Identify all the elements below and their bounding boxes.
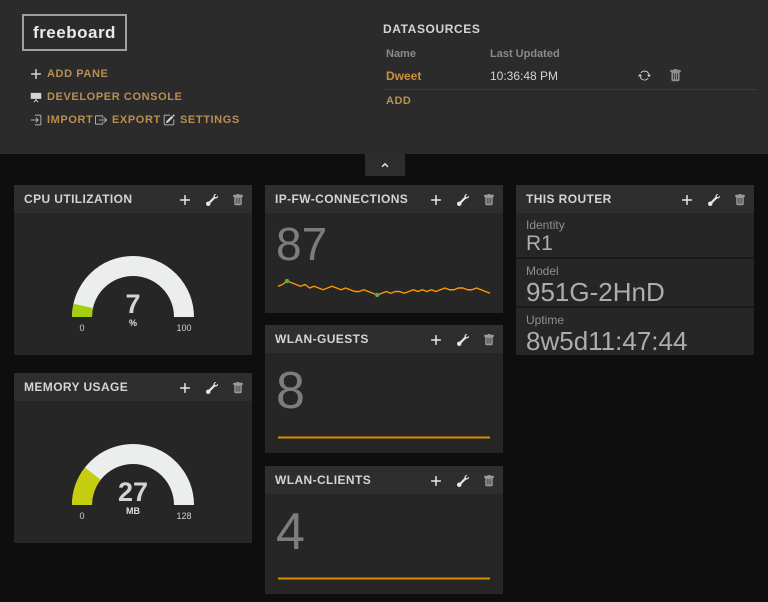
add-widget-icon[interactable] — [430, 193, 442, 205]
import-button[interactable]: IMPORT — [30, 114, 93, 126]
add-widget-icon[interactable] — [179, 381, 191, 393]
svg-text:MB: MB — [126, 506, 140, 516]
pane-header: WLAN-GUESTS — [265, 325, 503, 353]
svg-text:%: % — [129, 318, 137, 328]
trash-icon[interactable] — [232, 193, 244, 205]
plus-icon — [30, 68, 42, 80]
developer-console-label: DEVELOPER CONSOLE — [47, 91, 183, 103]
router-uptime-field: Uptime 8w5d11:47:44 — [516, 306, 754, 356]
pane-header: MEMORY USAGE — [14, 373, 252, 401]
pane-header: THIS ROUTER — [516, 185, 754, 213]
wlan-clients-sparkline — [278, 577, 490, 580]
dashboard-board: CPU UTILIZATION 7% 0 100 MEMORY USAGE 27 MB… — [0, 154, 768, 602]
wlan-guests-value: 8 — [276, 362, 305, 420]
trash-icon[interactable] — [669, 69, 682, 82]
pane-body: Identity R1 Model 951G-2HnD Uptime 8w5d1… — [516, 213, 754, 356]
pane-ip-fw-connections: IP-FW-CONNECTIONS 87 — [265, 185, 503, 313]
trash-icon[interactable] — [483, 193, 495, 205]
field-label: Model — [526, 264, 559, 278]
datasources-col-name: Name — [386, 48, 416, 60]
pane-body: 4 — [265, 494, 503, 594]
router-identity-field: Identity R1 — [516, 213, 754, 257]
wrench-icon[interactable] — [457, 193, 469, 205]
field-label: Uptime — [526, 313, 565, 327]
field-value: 8w5d11:47:44 — [526, 326, 688, 356]
datasources-title: DATASOURCES — [383, 22, 481, 36]
add-pane-label: ADD PANE — [47, 68, 109, 80]
pane-wlan-clients: WLAN-CLIENTS 4 — [265, 466, 503, 594]
pane-body: 27 MB 0 128 — [14, 401, 252, 543]
pane-header: WLAN-CLIENTS — [265, 466, 503, 494]
wrench-icon[interactable] — [708, 193, 720, 205]
add-widget-icon[interactable] — [430, 333, 442, 345]
add-widget-icon[interactable] — [681, 193, 693, 205]
add-widget-icon[interactable] — [430, 474, 442, 486]
pane-wlan-guests: WLAN-GUESTS 8 — [265, 325, 503, 453]
header: freeboard ADD PANE DEVELOPER CONSOLE IMP… — [0, 0, 768, 154]
cpu-gauge: 7% 0 100 — [72, 256, 194, 333]
developer-console-button[interactable]: DEVELOPER CONSOLE — [30, 91, 183, 103]
import-icon — [30, 114, 42, 126]
export-label: EXPORT — [112, 114, 161, 126]
settings-label: SETTINGS — [180, 114, 240, 126]
chevron-up-icon — [380, 160, 390, 170]
datasource-name-link[interactable]: Dweet — [386, 69, 421, 83]
svg-text:0: 0 — [79, 323, 84, 333]
edit-icon — [163, 114, 175, 126]
wlan-clients-value: 4 — [276, 503, 305, 561]
add-pane-button[interactable]: ADD PANE — [30, 68, 108, 80]
import-label: IMPORT — [47, 114, 94, 126]
connections-value: 87 — [276, 218, 328, 270]
pane-body: 87 — [265, 213, 503, 313]
field-value: 951G-2HnD — [526, 277, 665, 307]
trash-icon[interactable] — [232, 381, 244, 393]
svg-text:27: 27 — [118, 477, 148, 507]
memory-gauge: 27MB 0 128 — [72, 444, 194, 521]
wlan-guests-sparkline — [278, 436, 490, 439]
freeboard-logo: freeboard — [22, 14, 127, 51]
datasources-col-last-updated: Last Updated — [490, 48, 560, 60]
pane-header: IP-FW-CONNECTIONS — [265, 185, 503, 213]
pane-body: 8 — [265, 353, 503, 453]
export-button[interactable]: EXPORT — [95, 114, 161, 126]
wrench-icon[interactable] — [457, 333, 469, 345]
pane-this-router: THIS ROUTER Identity R1 Model 951G-2HnD … — [516, 185, 754, 356]
trash-icon[interactable] — [734, 193, 746, 205]
trash-icon[interactable] — [483, 333, 495, 345]
trash-icon[interactable] — [483, 474, 495, 486]
pane-body: 7% 0 100 — [14, 213, 252, 355]
collapse-header-button[interactable] — [365, 154, 405, 176]
pane-header: CPU UTILIZATION — [14, 185, 252, 213]
datasources-divider — [383, 89, 757, 90]
svg-text:100: 100 — [176, 323, 191, 333]
router-model-field: Model 951G-2HnD — [516, 257, 754, 307]
freeboard-app: freeboard ADD PANE DEVELOPER CONSOLE IMP… — [0, 0, 768, 602]
wrench-icon[interactable] — [457, 474, 469, 486]
svg-text:0: 0 — [79, 511, 84, 521]
connections-sparkline — [277, 279, 491, 297]
add-widget-icon[interactable] — [179, 193, 191, 205]
field-value: R1 — [526, 232, 553, 255]
pane-memory-usage: MEMORY USAGE 27 MB 0 128 — [14, 373, 252, 543]
settings-button[interactable]: SETTINGS — [163, 114, 240, 126]
field-label: Identity — [526, 218, 565, 232]
svg-text:128: 128 — [176, 511, 191, 521]
datasource-last-updated: 10:36:48 PM — [490, 69, 559, 83]
wrench-icon[interactable] — [206, 193, 218, 205]
console-icon — [30, 91, 42, 103]
add-datasource-button[interactable]: ADD — [386, 95, 411, 107]
pane-cpu-utilization: CPU UTILIZATION 7% 0 100 — [14, 185, 252, 355]
export-icon — [95, 114, 107, 126]
svg-text:7: 7 — [125, 289, 140, 319]
wrench-icon[interactable] — [206, 381, 218, 393]
refresh-icon[interactable] — [638, 69, 651, 82]
